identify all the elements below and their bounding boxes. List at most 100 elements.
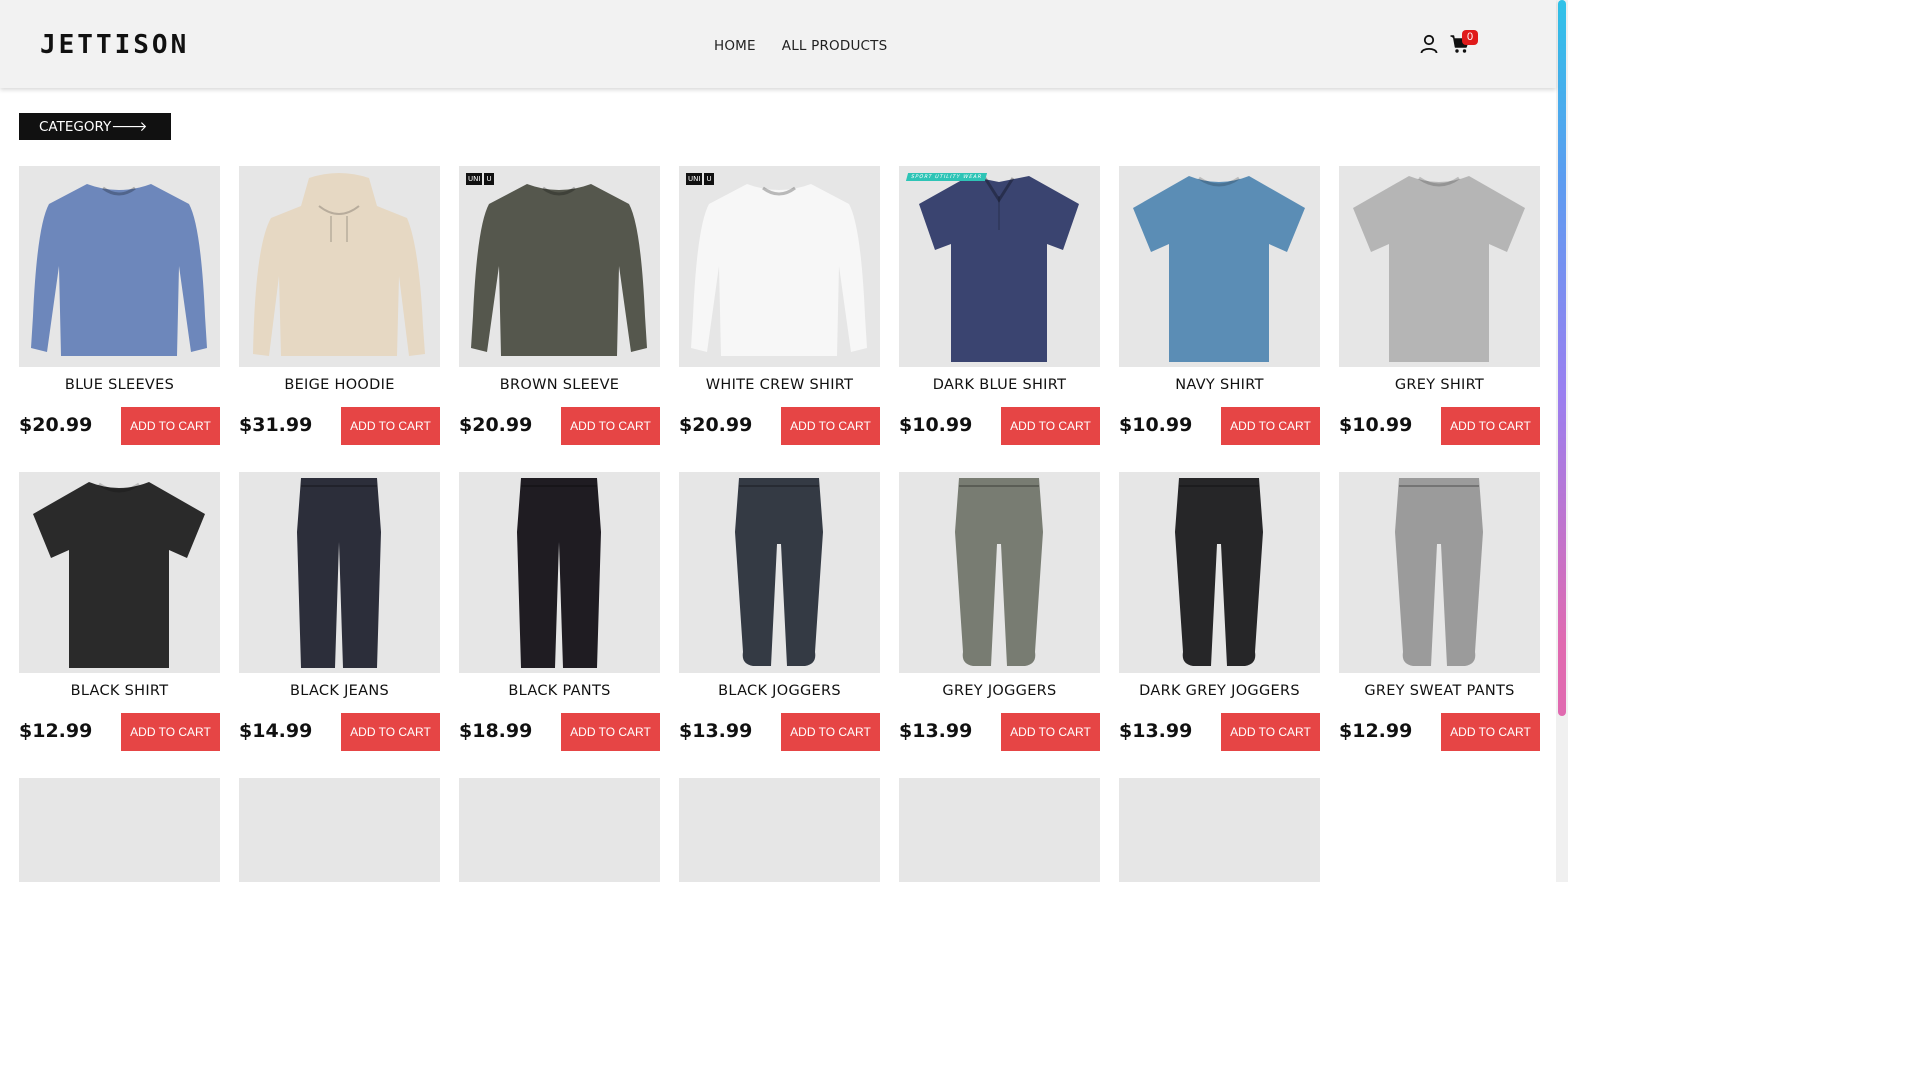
product-footer: $14.99 ADD TO CART	[239, 713, 440, 751]
product-card-black-shirt[interactable]: BLACK SHIRT $12.99 ADD TO CART	[19, 472, 220, 751]
product-image[interactable]	[459, 778, 660, 882]
product-card-white-crew-shirt[interactable]: UNI U WHITE CREW SHIRT $20.99 ADD TO CART	[679, 166, 880, 445]
product-name: GREY JOGGERS	[942, 683, 1057, 699]
product-card-hat-3[interactable]	[459, 778, 660, 882]
product-image[interactable]: SPORT UTILITY WEAR	[899, 166, 1100, 367]
add-to-cart-button[interactable]: ADD TO CART	[121, 713, 220, 751]
add-to-cart-button[interactable]: ADD TO CART	[1441, 713, 1540, 751]
product-name: BLACK JEANS	[290, 683, 389, 699]
product-name: BROWN SLEEVE	[499, 377, 620, 393]
product-image[interactable]	[1119, 166, 1320, 367]
product-footer: $10.99 ADD TO CART	[899, 407, 1100, 445]
product-image[interactable]	[679, 472, 880, 673]
brand-logo-badge: UNI U	[466, 173, 494, 185]
product-card-navy-shirt[interactable]: NAVY SHIRT $10.99 ADD TO CART	[1119, 166, 1320, 445]
add-to-cart-button[interactable]: ADD TO CART	[121, 407, 220, 445]
product-card-hat-5[interactable]	[899, 778, 1100, 882]
add-to-cart-button[interactable]: ADD TO CART	[1221, 407, 1320, 445]
product-price: $10.99	[1339, 414, 1413, 436]
product-footer: $18.99 ADD TO CART	[459, 713, 660, 751]
nav-home-link[interactable]: HOME	[714, 38, 756, 54]
add-to-cart-button[interactable]: ADD TO CART	[781, 713, 880, 751]
product-image[interactable]: UNI U	[459, 166, 660, 367]
product-card-hat-2[interactable]	[239, 778, 440, 882]
product-card-grey-sweat-pants[interactable]: GREY SWEAT PANTS $12.99 ADD TO CART	[1339, 472, 1540, 751]
main-nav: HOME ALL PRODUCTS	[714, 38, 887, 54]
product-image[interactable]	[679, 778, 880, 882]
add-to-cart-button[interactable]: ADD TO CART	[781, 407, 880, 445]
product-card-dark-grey-joggers[interactable]: DARK GREY JOGGERS $13.99 ADD TO CART	[1119, 472, 1320, 751]
product-image[interactable]	[899, 472, 1100, 673]
product-footer: $31.99 ADD TO CART	[239, 407, 440, 445]
product-image[interactable]	[1339, 166, 1540, 367]
site-logo[interactable]: JETTISON	[40, 30, 189, 60]
product-card-hat-4[interactable]	[679, 778, 880, 882]
product-price: $31.99	[239, 414, 313, 436]
product-price: $14.99	[239, 720, 313, 742]
product-name: BEIGE HOODIE	[284, 377, 395, 393]
product-card-black-joggers[interactable]: BLACK JOGGERS $13.99 ADD TO CART	[679, 472, 880, 751]
product-image[interactable]	[239, 778, 440, 882]
product-footer: $20.99 ADD TO CART	[19, 407, 220, 445]
add-to-cart-button[interactable]: ADD TO CART	[341, 713, 440, 751]
product-name: DARK BLUE SHIRT	[932, 377, 1067, 393]
product-image[interactable]	[19, 778, 220, 882]
add-to-cart-button[interactable]: ADD TO CART	[561, 407, 660, 445]
product-footer: $20.99 ADD TO CART	[679, 407, 880, 445]
product-image[interactable]	[1119, 472, 1320, 673]
product-image[interactable]	[239, 166, 440, 367]
product-image[interactable]	[239, 472, 440, 673]
product-card-hat-6[interactable]	[1119, 778, 1320, 882]
product-footer: $13.99 ADD TO CART	[1119, 713, 1320, 751]
product-card-grey-joggers[interactable]: GREY JOGGERS $13.99 ADD TO CART	[899, 472, 1100, 751]
product-card-dark-blue-shirt[interactable]: SPORT UTILITY WEAR DARK BLUE SHIRT $10.99 A…	[899, 166, 1100, 445]
product-card-black-pants[interactable]: BLACK PANTS $18.99 ADD TO CART	[459, 472, 660, 751]
product-footer: $10.99 ADD TO CART	[1119, 407, 1320, 445]
product-card-grey-shirt[interactable]: GREY SHIRT $10.99 ADD TO CART	[1339, 166, 1540, 445]
product-image[interactable]	[1119, 778, 1320, 882]
product-footer: $10.99 ADD TO CART	[1339, 407, 1540, 445]
add-to-cart-button[interactable]: ADD TO CART	[1221, 713, 1320, 751]
sport-utility-tag: SPORT UTILITY WEAR	[905, 173, 988, 181]
product-name: NAVY SHIRT	[1175, 377, 1264, 393]
add-to-cart-button[interactable]: ADD TO CART	[1001, 713, 1100, 751]
product-card-cap-1[interactable]	[19, 778, 220, 882]
page: JETTISON HOME ALL PRODUCTS 0 CATEGORY🡒 B…	[0, 0, 1568, 882]
product-price: $13.99	[899, 720, 973, 742]
product-name: WHITE CREW SHIRT	[705, 377, 854, 393]
add-to-cart-button[interactable]: ADD TO CART	[561, 713, 660, 751]
add-to-cart-button[interactable]: ADD TO CART	[1441, 407, 1540, 445]
product-price: $20.99	[679, 414, 753, 436]
brand-logo-badge: UNI U	[686, 173, 714, 185]
product-price: $13.99	[679, 720, 753, 742]
product-image[interactable]	[899, 778, 1100, 882]
product-name: BLACK SHIRT	[70, 683, 169, 699]
product-footer: $13.99 ADD TO CART	[899, 713, 1100, 751]
product-price: $18.99	[459, 720, 533, 742]
product-image[interactable]	[19, 472, 220, 673]
product-price: $12.99	[19, 720, 93, 742]
scrollbar-thumb[interactable]	[1558, 0, 1566, 716]
product-footer: $13.99 ADD TO CART	[679, 713, 880, 751]
product-name: BLACK PANTS	[508, 683, 611, 699]
product-image[interactable]	[19, 166, 220, 367]
product-price: $10.99	[899, 414, 973, 436]
product-image[interactable]	[459, 472, 660, 673]
product-price: $20.99	[459, 414, 533, 436]
product-image[interactable]: UNI U	[679, 166, 880, 367]
product-price: $13.99	[1119, 720, 1193, 742]
category-button[interactable]: CATEGORY🡒	[19, 113, 171, 140]
product-price: $10.99	[1119, 414, 1193, 436]
product-card-blue-sleeves[interactable]: BLUE SLEEVES $20.99 ADD TO CART	[19, 166, 220, 445]
add-to-cart-button[interactable]: ADD TO CART	[341, 407, 440, 445]
product-name: BLUE SLEEVES	[64, 377, 175, 393]
product-card-beige-hoodie[interactable]: BEIGE HOODIE $31.99 ADD TO CART	[239, 166, 440, 445]
product-card-black-jeans[interactable]: BLACK JEANS $14.99 ADD TO CART	[239, 472, 440, 751]
nav-all-products-link[interactable]: ALL PRODUCTS	[782, 38, 888, 54]
product-image[interactable]	[1339, 472, 1540, 673]
user-icon[interactable]	[1420, 34, 1438, 54]
add-to-cart-button[interactable]: ADD TO CART	[1001, 407, 1100, 445]
product-price: $20.99	[19, 414, 93, 436]
product-card-brown-sleeve[interactable]: UNI U BROWN SLEEVE $20.99 ADD TO CART	[459, 166, 660, 445]
product-price: $12.99	[1339, 720, 1413, 742]
